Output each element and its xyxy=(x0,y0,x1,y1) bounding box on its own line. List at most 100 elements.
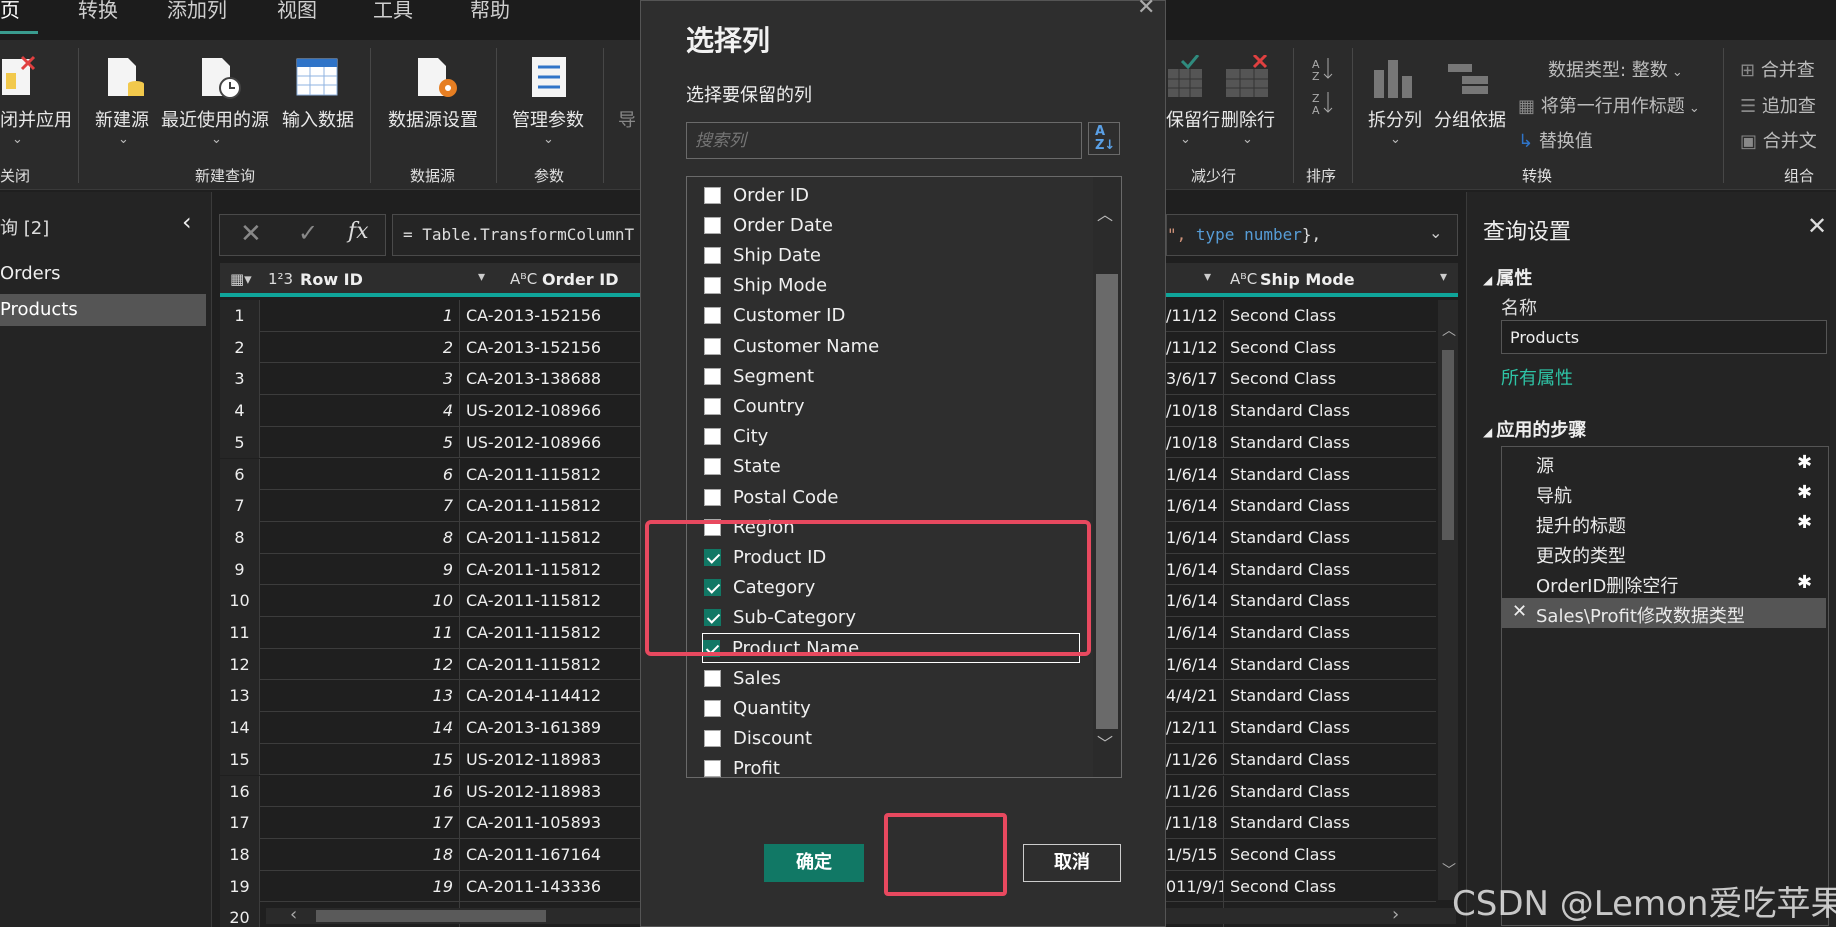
search-columns-input[interactable] xyxy=(686,122,1082,159)
table-row[interactable]: 8 8 CA-2011-115812 xyxy=(220,521,640,554)
cell-ship-mode[interactable]: Standard Class xyxy=(1230,490,1436,522)
sort-asc-icon[interactable]: AZ xyxy=(1312,56,1336,86)
column-checkbox-item[interactable]: Customer ID xyxy=(704,301,845,331)
cell-date[interactable]: 011/9/1 xyxy=(1166,870,1224,903)
checkbox[interactable] xyxy=(704,669,721,687)
row-number[interactable]: 2 xyxy=(220,331,260,364)
combine-files-button[interactable]: ▣ 合并文 xyxy=(1740,127,1817,153)
cell-order-id[interactable]: CA-2013-152156 xyxy=(466,300,640,332)
table-row[interactable]: 1/6/14 Standard Class xyxy=(1166,490,1436,522)
cell-date[interactable]: /11/12 xyxy=(1166,300,1224,332)
scroll-left-icon[interactable]: ‹ xyxy=(290,904,297,925)
filter-dropdown-icon[interactable]: ▾ xyxy=(1204,269,1211,285)
cell-order-id[interactable]: US-2012-108966 xyxy=(466,395,640,427)
horizontal-scrollbar[interactable]: ‹ xyxy=(266,904,642,925)
cell-date[interactable]: 1/6/14 xyxy=(1166,458,1224,491)
cancel-formula-icon[interactable]: ✕ xyxy=(240,219,262,249)
cell-row-id[interactable]: 8 xyxy=(260,521,460,554)
checkbox[interactable] xyxy=(704,277,721,295)
cell-order-id[interactable]: CA-2011-143336 xyxy=(466,871,640,903)
delete-step-icon[interactable]: ✕ xyxy=(1512,601,1527,622)
new-source-button[interactable]: 新建源 xyxy=(95,106,149,132)
table-row[interactable]: 1/6/14 Standard Class xyxy=(1166,648,1436,681)
cell-ship-mode[interactable]: Second Class xyxy=(1230,332,1436,364)
cell-ship-mode[interactable]: Standard Class xyxy=(1230,459,1436,491)
gear-icon[interactable]: ✱ xyxy=(1797,512,1812,533)
table-row[interactable]: /11/26 Standard Class xyxy=(1166,775,1436,808)
cell-row-id[interactable]: 14 xyxy=(260,712,460,744)
column-checkbox-item[interactable]: Postal Code xyxy=(704,482,839,512)
properties-heading[interactable]: ◢ 属性 xyxy=(1483,264,1532,290)
checkbox[interactable] xyxy=(704,699,721,717)
chevron-down-icon[interactable]: ⌄ xyxy=(211,132,222,147)
table-row[interactable]: 1/6/14 Standard Class xyxy=(1166,521,1436,554)
cell-order-id[interactable]: US-2012-118983 xyxy=(466,776,640,808)
cell-date[interactable]: /11/26 xyxy=(1166,743,1224,776)
applied-step[interactable]: 导航 xyxy=(1536,482,1572,508)
cell-date[interactable]: 3/6/17 xyxy=(1166,363,1224,396)
cell-date[interactable]: /10/18 xyxy=(1166,395,1224,427)
table-row[interactable]: 17 17 CA-2011-105893 xyxy=(220,807,640,839)
cell-order-id[interactable]: CA-2011-167164 xyxy=(466,839,640,871)
table-row[interactable]: /11/26 Standard Class xyxy=(1166,743,1436,776)
cell-date[interactable]: 1/6/14 xyxy=(1166,521,1224,554)
column-header-order-id[interactable]: Order ID xyxy=(542,270,619,289)
column-checkbox-item[interactable]: Ship Mode xyxy=(704,271,827,301)
row-number[interactable]: 5 xyxy=(220,426,260,459)
enter-data-button[interactable]: 输入数据 xyxy=(282,106,354,132)
formula-input-left[interactable]: = Table.TransformColumnT xyxy=(392,214,642,256)
cell-row-id[interactable]: 2 xyxy=(260,331,460,364)
row-number[interactable]: 9 xyxy=(220,553,260,586)
row-number[interactable]: 12 xyxy=(220,648,260,681)
table-row[interactable]: 5 5 US-2012-108966 xyxy=(220,426,640,459)
column-checkbox-item[interactable]: Segment xyxy=(704,361,814,391)
chevron-down-icon[interactable]: ⌄ xyxy=(1390,132,1401,147)
cell-order-id[interactable]: CA-2011-115812 xyxy=(466,522,640,554)
column-checkbox-item[interactable]: Sales xyxy=(704,663,781,693)
checkbox[interactable] xyxy=(704,730,721,748)
table-row[interactable]: /10/18 Standard Class xyxy=(1166,426,1436,459)
dialog-close-icon[interactable]: ✕ xyxy=(1137,0,1155,20)
type-text-icon[interactable]: AᴮC xyxy=(1230,270,1257,288)
table-row[interactable]: 11 11 CA-2011-115812 xyxy=(220,617,640,649)
cell-row-id[interactable]: 10 xyxy=(260,585,460,617)
column-checkbox-item[interactable]: Ship Date xyxy=(704,240,821,270)
cell-ship-mode[interactable]: Standard Class xyxy=(1230,522,1436,554)
cell-order-id[interactable]: CA-2014-114412 xyxy=(466,680,640,712)
cell-date[interactable]: /11/12 xyxy=(1166,331,1224,364)
chevron-down-icon[interactable]: ⌄ xyxy=(543,132,554,147)
cell-date[interactable]: 1/5/15 xyxy=(1166,838,1224,871)
table-menu-icon[interactable]: ▦▾ xyxy=(230,270,252,288)
row-number[interactable]: 11 xyxy=(220,617,260,649)
row-number[interactable]: 18 xyxy=(220,838,260,871)
cell-row-id[interactable]: 16 xyxy=(260,775,460,808)
table-row[interactable]: 2 2 CA-2013-152156 xyxy=(220,331,640,364)
scroll-up-icon[interactable]: ︿ xyxy=(1442,320,1456,340)
checkbox[interactable] xyxy=(704,397,721,415)
row-number[interactable]: 19 xyxy=(220,870,260,903)
column-checkbox-item[interactable]: Discount xyxy=(704,724,812,754)
cell-ship-mode[interactable]: Standard Class xyxy=(1230,680,1436,712)
row-number[interactable]: 3 xyxy=(220,363,260,396)
table-row[interactable]: 4 4 US-2012-108966 xyxy=(220,395,640,427)
query-name-input[interactable]: Products xyxy=(1501,320,1827,354)
append-queries-button[interactable]: ☰ 追加查 xyxy=(1740,92,1816,118)
type-text-icon[interactable]: AᴮC xyxy=(510,270,537,288)
gear-icon[interactable]: ✱ xyxy=(1797,482,1812,503)
gear-icon[interactable]: ✱ xyxy=(1797,452,1812,473)
row-number[interactable]: 10 xyxy=(220,585,260,617)
column-checkbox-item[interactable]: Order Date xyxy=(704,210,833,240)
row-number[interactable]: 17 xyxy=(220,807,260,839)
cell-row-id[interactable]: 11 xyxy=(260,617,460,649)
cell-ship-mode[interactable]: Standard Class xyxy=(1230,395,1436,427)
cell-row-id[interactable]: 18 xyxy=(260,838,460,871)
group-by-button[interactable]: 分组依据 xyxy=(1434,106,1506,132)
table-row[interactable]: /12/11 Standard Class xyxy=(1166,712,1436,744)
all-properties-link[interactable]: 所有属性 xyxy=(1501,364,1573,390)
table-row[interactable]: 12 12 CA-2011-115812 xyxy=(220,648,640,681)
cell-row-id[interactable]: 15 xyxy=(260,743,460,776)
table-row[interactable]: 1 1 CA-2013-152156 xyxy=(220,300,640,332)
applied-steps-heading[interactable]: ◢ 应用的步骤 xyxy=(1483,416,1586,442)
horizontal-scrollbar-right[interactable]: › xyxy=(1166,904,1456,925)
cell-date[interactable]: /11/18 xyxy=(1166,807,1224,839)
